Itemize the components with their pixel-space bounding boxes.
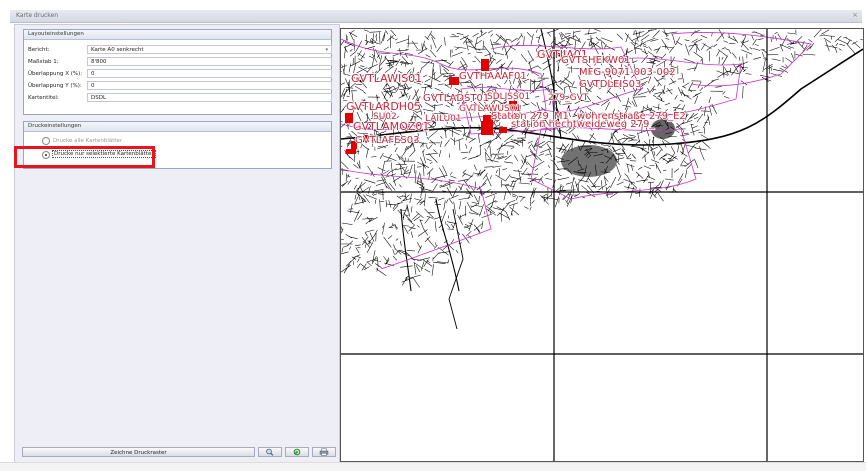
map-view[interactable]: GVTIIA01 GVTSHEKW01 GVTLAWIS01 GVTHAAAF01 MF…: [340, 28, 864, 462]
road-tail: [448, 208, 464, 330]
title-bar: Karte drucken ×: [10, 10, 862, 23]
map-label: GVTLAMOZ01: [353, 120, 429, 133]
selected-feature: [499, 127, 507, 133]
magnifier-icon: [266, 448, 274, 456]
field-label: Maßstab 1:: [28, 59, 59, 65]
layout-field-row: Kartentitel: DSDL: [24, 92, 332, 104]
selected-feature: [345, 113, 353, 123]
layout-field-row: Bericht: Karte A0 senkrecht ▾: [24, 44, 332, 56]
map-label: GVTHAAAF01: [459, 71, 527, 82]
print-settings-header: Druckeinstellungen: [24, 122, 331, 132]
map-label: MFG-9071-003-002: [579, 67, 676, 78]
field-input[interactable]: 0: [87, 81, 332, 90]
map-label: GVTLAWIS01: [351, 72, 422, 85]
field-input[interactable]: DSDL: [87, 93, 332, 102]
refresh-icon: [293, 448, 301, 456]
zoom-button[interactable]: [258, 447, 282, 457]
close-icon[interactable]: ×: [852, 11, 858, 19]
print-map-window: Karte drucken × Layouteinstellungen Beri…: [0, 0, 866, 471]
print-grid: [341, 29, 863, 461]
map-label: SDLJSS01: [487, 92, 530, 102]
settings-panel: Layouteinstellungen Bericht: Karte A0 sen…: [14, 24, 340, 463]
field-label: Kartentitel:: [28, 95, 59, 101]
print-all-radio[interactable]: [42, 137, 50, 145]
boundary-line: [670, 32, 812, 87]
selected-feature: [481, 59, 489, 71]
layout-settings-header: Layouteinstellungen: [24, 30, 331, 40]
layout-field-row: Maßstab 1: 8'800: [24, 56, 332, 68]
layout-field-row: Überlappung X (%): 0: [24, 68, 332, 80]
map-label: LAILU01: [425, 114, 462, 124]
report-select[interactable]: Karte A0 senkrecht ▾: [87, 45, 332, 54]
field-label: Überlappung Y (%):: [28, 83, 82, 89]
layout-fields: Bericht: Karte A0 senkrecht ▾ Maßstab 1: 8'8…: [24, 40, 332, 104]
selected-feature: [346, 149, 356, 154]
window-title: Karte drucken: [16, 12, 59, 19]
field-label: Bericht:: [28, 47, 50, 53]
highlight-box: [14, 146, 155, 168]
map-label: GVTLADST01: [423, 93, 489, 104]
print-all-label: Drucke alle Kartenblätter: [53, 138, 123, 144]
layout-field-row: Überlappung Y (%): 0: [24, 80, 332, 92]
dense-area: [561, 145, 617, 177]
field-value: Karte A0 senkrecht: [91, 47, 144, 53]
selected-feature: [481, 121, 493, 135]
refresh-button[interactable]: [285, 447, 309, 457]
chevron-down-icon[interactable]: ▾: [325, 46, 328, 55]
field-label: Überlappung X (%):: [28, 71, 83, 77]
field-value: DSDL: [91, 95, 107, 101]
map-label: station hechtweideweg 279_: [511, 119, 655, 130]
draw-print-grid-button[interactable]: Zeichne Druckraster: [22, 447, 255, 457]
map-canvas[interactable]: GVTIIA01GVTSHEKW01GVTLAWIS01 GVTHAAAF01 MF…: [341, 29, 863, 461]
field-input[interactable]: 0: [87, 69, 332, 78]
field-value: 8'800: [91, 59, 107, 65]
map-label: GVTDLEIS03: [579, 79, 641, 90]
dense-area: [651, 119, 675, 139]
map-label: GVTSHEKW01: [561, 55, 631, 66]
layout-settings-group: Layouteinstellungen Bericht: Karte A0 sen…: [23, 29, 332, 115]
selected-feature: [449, 77, 459, 85]
field-value: 0: [91, 71, 95, 77]
field-input[interactable]: 8'800: [87, 57, 332, 66]
map-label: 279_GVT: [548, 93, 589, 103]
print-button[interactable]: [312, 447, 336, 457]
printer-icon: [319, 448, 329, 456]
map-label: GVTLAFES03: [355, 135, 419, 146]
field-value: 0: [91, 83, 95, 89]
